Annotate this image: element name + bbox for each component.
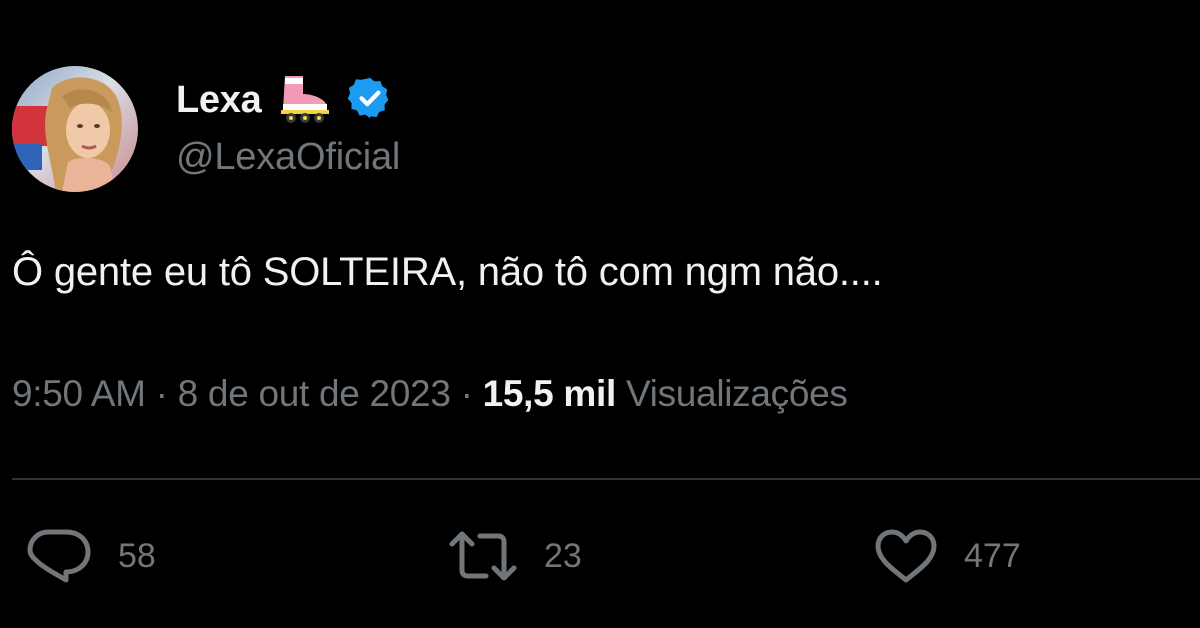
like-count: 477 xyxy=(964,536,1021,575)
retweet-count: 23 xyxy=(544,536,582,575)
name-row: Lexa xyxy=(176,72,393,128)
tweet-time[interactable]: 9:50 AM xyxy=(12,373,146,414)
user-handle[interactable]: @LexaOficial xyxy=(176,136,400,179)
heart-icon xyxy=(874,528,938,584)
retweet-icon xyxy=(448,528,518,584)
roller-skate-icon xyxy=(275,72,333,129)
tweet-card: Lexa @LexaOficial Ô gente eu tô SOLTEIRA… xyxy=(0,0,1200,628)
tweet-text: Ô gente eu tô SOLTEIRA, não tô com ngm n… xyxy=(12,250,883,294)
avatar[interactable] xyxy=(12,66,138,192)
reply-count: 58 xyxy=(118,536,156,575)
reply-button[interactable]: 58 xyxy=(26,528,156,584)
meta-separator: · xyxy=(460,373,473,414)
verified-badge-icon[interactable] xyxy=(347,75,393,126)
display-name[interactable]: Lexa xyxy=(176,79,262,122)
views-label: Visualizações xyxy=(625,373,848,414)
meta-separator: · xyxy=(155,373,168,414)
tweet-date[interactable]: 8 de out de 2023 xyxy=(178,373,451,414)
avatar-image xyxy=(12,66,138,192)
tweet-meta: 9:50 AM · 8 de out de 2023 · 15,5 mil Vi… xyxy=(12,373,848,415)
retweet-button[interactable]: 23 xyxy=(448,528,582,584)
like-button[interactable]: 477 xyxy=(874,528,1021,584)
reply-icon xyxy=(26,528,92,584)
divider xyxy=(12,478,1200,480)
views-count: 15,5 mil xyxy=(482,373,617,414)
